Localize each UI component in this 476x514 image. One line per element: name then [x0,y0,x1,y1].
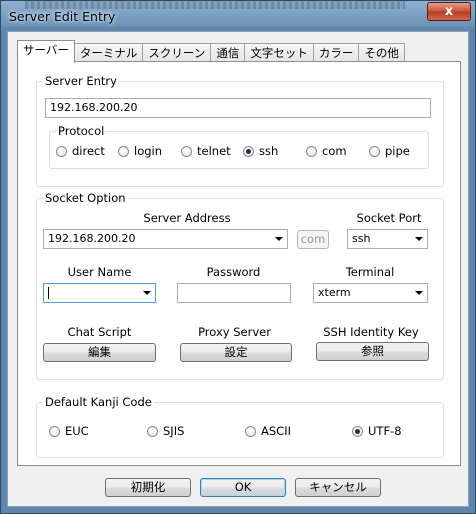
protocol-label-login: login [134,144,163,158]
radio-dot-login [118,145,129,157]
protocol-label-pipe: pipe [385,144,410,158]
server-address-value: 192.168.200.20 [48,232,136,245]
protocol-radio-com[interactable]: com [306,144,347,158]
protocol-label-telnet: telnet [197,144,231,158]
socket-option-legend: Socket Option [43,191,128,205]
proxy-server-settings-button[interactable]: 設定 [180,343,292,362]
radio-dot-ssh [243,145,254,157]
socket-port-combo[interactable]: ssh [347,229,428,249]
server-entry-legend: Server Entry [43,74,119,88]
tab-strip: サーバー ターミナル スクリーン 通信 文字セット カラー その他 [17,40,405,63]
default-kanji-code-legend: Default Kanji Code [43,395,154,409]
terminal-combo[interactable]: xterm [313,283,428,303]
protocol-label-com: com [322,144,347,158]
user-name-label: User Name [67,265,132,279]
kanji-radio-sjis[interactable]: SJIS [147,424,184,438]
kanji-label-utf8: UTF-8 [368,424,402,438]
chat-script-label: Chat Script [67,325,132,339]
radio-dot-utf8 [352,425,363,437]
kanji-radio-utf8[interactable]: UTF-8 [352,424,402,438]
server-address-label: Server Address [143,211,231,225]
radio-dot-direct [56,145,67,157]
chevron-down-icon [415,237,423,241]
protocol-radio-pipe[interactable]: pipe [369,144,410,158]
ssh-identity-key-label: SSH Identity Key [323,325,419,339]
protocol-radio-ssh[interactable]: ssh [243,144,278,158]
window-title: Server Edit Entry [9,9,116,24]
ok-button[interactable]: OK [200,478,286,497]
password-label: Password [206,265,261,279]
terminal-label: Terminal [345,265,395,279]
server-entry-group: Server Entry 192.168.200.20 Protocol dir… [36,74,444,187]
tab-other[interactable]: その他 [358,43,405,63]
socket-option-group: Socket Option Server Address 192.168.200… [36,191,444,380]
kanji-radio-euc[interactable]: EUC [49,424,89,438]
kanji-label-euc: EUC [65,424,89,438]
protocol-radio-login[interactable]: login [118,144,162,158]
protocol-radio-direct[interactable]: direct [56,144,105,158]
socket-port-value: ssh [352,232,371,245]
tab-communication[interactable]: 通信 [210,43,246,63]
close-button[interactable]: x [427,2,471,21]
chevron-down-icon [143,291,151,295]
radio-dot-pipe [369,145,380,157]
com-button[interactable]: com [297,230,329,249]
tab-terminal[interactable]: ターミナル [73,43,144,63]
user-name-combo[interactable] [43,283,156,303]
server-edit-entry-window: Server Edit Entry x サーバー ターミナル スクリーン 通信 … [0,0,476,514]
radio-dot-com [306,145,317,157]
server-entry-host-input[interactable]: 192.168.200.20 [45,98,431,118]
proxy-server-label: Proxy Server [198,325,271,339]
server-tab-page: Server Entry 192.168.200.20 Protocol dir… [17,61,461,466]
chat-script-edit-button[interactable]: 編集 [43,343,156,362]
protocol-label-ssh: ssh [259,144,279,158]
protocol-radio-telnet[interactable]: telnet [181,144,231,158]
close-icon: x [444,4,454,19]
protocol-group: Protocol direct login telnet ssh com pip… [49,124,429,169]
default-kanji-code-group: Default Kanji Code EUC SJIS ASCII UTF-8 [36,395,444,458]
kanji-label-ascii: ASCII [261,424,291,438]
radio-dot-euc [49,425,60,437]
background-toolbar-strip [25,1,405,9]
kanji-label-sjis: SJIS [163,424,185,438]
radio-dot-telnet [181,145,192,157]
protocol-legend: Protocol [56,124,107,138]
terminal-value: xterm [318,286,351,299]
server-address-combo[interactable]: 192.168.200.20 [43,229,288,249]
radio-dot-sjis [147,425,158,437]
text-caret [48,287,49,299]
password-input[interactable] [177,283,291,303]
radio-dot-ascii [245,425,256,437]
kanji-radio-ascii[interactable]: ASCII [245,424,291,438]
cancel-button[interactable]: キャンセル [295,478,381,497]
reset-button[interactable]: 初期化 [105,478,191,497]
tab-screen[interactable]: スクリーン [142,43,212,63]
tab-charset[interactable]: 文字セット [244,43,314,63]
title-bar[interactable]: Server Edit Entry x [1,1,475,31]
protocol-label-direct: direct [72,144,105,158]
ssh-identity-browse-button[interactable]: 参照 [316,342,429,361]
dialog-client-area: サーバー ターミナル スクリーン 通信 文字セット カラー その他 Server… [7,31,469,507]
tab-server[interactable]: サーバー [17,40,75,63]
tab-color[interactable]: カラー [312,43,360,63]
chevron-down-icon [275,237,283,241]
socket-port-label: Socket Port [356,211,422,225]
chevron-down-icon [415,291,423,295]
